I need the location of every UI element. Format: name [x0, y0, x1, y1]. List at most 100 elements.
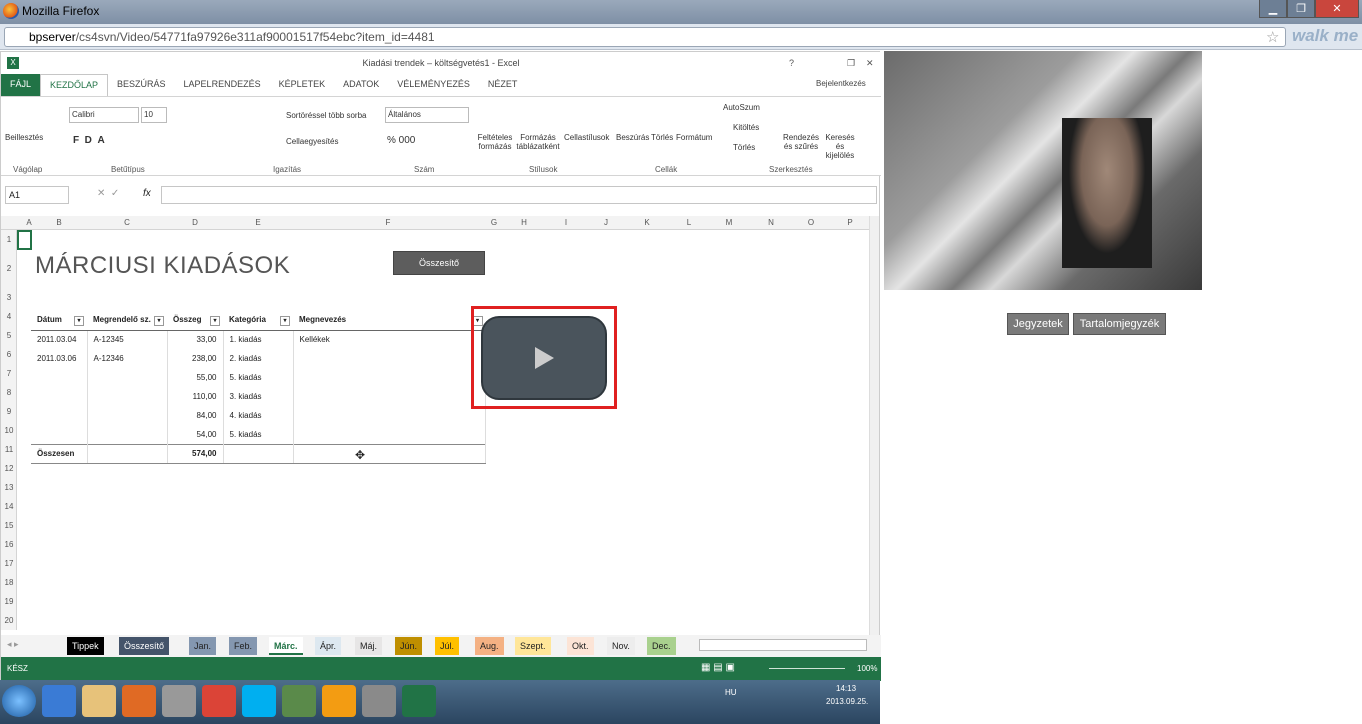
- sheet-tab[interactable]: Nov.: [607, 637, 635, 655]
- row-header[interactable]: 18: [1, 578, 17, 587]
- sheet-tab[interactable]: Ápr.: [315, 637, 342, 655]
- table-row[interactable]: 2011.03.06 A-12346 238,00 2. kiadás: [31, 349, 486, 368]
- conditional-format-button[interactable]: Feltételes formázás: [476, 133, 514, 151]
- sheet-tab[interactable]: Szept.: [515, 637, 551, 655]
- row-header[interactable]: 19: [1, 597, 17, 606]
- row-header[interactable]: 9: [1, 407, 17, 416]
- excel-taskbar-icon[interactable]: [402, 685, 436, 717]
- table-cell[interactable]: [31, 387, 88, 406]
- bold-button[interactable]: F D A: [73, 135, 105, 146]
- row-header[interactable]: 12: [1, 464, 17, 473]
- zoom-slider[interactable]: [769, 668, 845, 669]
- tab-review[interactable]: VÉLEMÉNYEZÉS: [388, 74, 479, 96]
- column-header[interactable]: N: [751, 218, 791, 227]
- sheet-tab[interactable]: Júl.: [435, 637, 460, 655]
- row-header[interactable]: 17: [1, 559, 17, 568]
- notes-button[interactable]: Jegyzetek: [1007, 313, 1069, 335]
- header-cell[interactable]: Dátum ▾: [31, 311, 87, 331]
- table-cell[interactable]: [31, 425, 88, 444]
- restore-window-icon[interactable]: ❐: [847, 52, 855, 74]
- table-cell[interactable]: 2. kiadás: [223, 349, 294, 368]
- worksheet[interactable]: MÁRCIUSI KIADÁSOK Összesítő Dátum ▾ Megre…: [17, 230, 869, 630]
- total-cell[interactable]: Összesen: [31, 443, 88, 464]
- format-cells-button[interactable]: Formátum: [676, 133, 712, 142]
- walkme-logo[interactable]: walk me: [1292, 26, 1358, 46]
- sheet-tab[interactable]: Feb.: [229, 637, 258, 655]
- table-cell[interactable]: [293, 368, 486, 387]
- column-header[interactable]: B: [31, 218, 87, 227]
- tab-page-layout[interactable]: LAPELRENDEZÉS: [175, 74, 270, 96]
- row-header[interactable]: 4: [1, 312, 17, 321]
- app2-icon[interactable]: [322, 685, 356, 717]
- table-cell[interactable]: 84,00: [167, 406, 224, 425]
- restore-button[interactable]: ❐: [1287, 0, 1315, 18]
- table-row[interactable]: 2011.03.04 A-12345 33,00 1. kiadás Kellékek: [31, 330, 486, 349]
- clock-time[interactable]: 14:13: [836, 684, 856, 693]
- header-cell[interactable]: Kategória ▾: [223, 311, 293, 331]
- ie-icon[interactable]: [42, 685, 76, 717]
- table-cell[interactable]: 2011.03.04: [31, 330, 88, 349]
- header-cell[interactable]: Megrendelő sz. ▾: [87, 311, 167, 331]
- skype-icon[interactable]: [242, 685, 276, 717]
- total-cell[interactable]: [223, 443, 294, 464]
- cell-styles-button[interactable]: Cellastílusok: [564, 133, 609, 142]
- table-cell[interactable]: 110,00: [167, 387, 224, 406]
- sheet-tab[interactable]: Okt.: [567, 637, 594, 655]
- row-header[interactable]: 5: [1, 331, 17, 340]
- table-cell[interactable]: 3. kiadás: [223, 387, 294, 406]
- firefox-taskbar-icon[interactable]: [122, 685, 156, 717]
- column-header[interactable]: H: [505, 218, 543, 227]
- table-cell[interactable]: [293, 349, 486, 368]
- table-cell[interactable]: [87, 406, 168, 425]
- row-header[interactable]: 11: [1, 445, 17, 454]
- signin-link[interactable]: Bejelentkezés: [816, 79, 866, 88]
- close-window-icon[interactable]: ✕: [866, 52, 874, 74]
- header-cell[interactable]: Összeg ▾: [167, 311, 223, 331]
- vertical-scrollbar[interactable]: [869, 216, 879, 636]
- merge-button[interactable]: Cellaegyesítés: [286, 137, 338, 146]
- summary-button[interactable]: Összesítő: [393, 251, 485, 275]
- table-row[interactable]: 84,00 4. kiadás: [31, 406, 486, 425]
- table-row[interactable]: 55,00 5. kiadás: [31, 368, 486, 387]
- column-header[interactable]: G: [483, 218, 505, 227]
- total-cell[interactable]: [293, 443, 486, 464]
- table-row[interactable]: 54,00 5. kiadás: [31, 425, 486, 444]
- sheet-tab[interactable]: Máj.: [355, 637, 383, 655]
- column-header[interactable]: F: [293, 218, 483, 227]
- insert-cells-button[interactable]: Beszúrás: [616, 133, 649, 142]
- tab-data[interactable]: ADATOK: [334, 74, 388, 96]
- table-cell[interactable]: Kellékek: [293, 330, 486, 349]
- row-header[interactable]: 16: [1, 540, 17, 549]
- row-header[interactable]: 10: [1, 426, 17, 435]
- row-header[interactable]: 13: [1, 483, 17, 492]
- column-header[interactable]: J: [587, 218, 625, 227]
- column-header[interactable]: L: [669, 218, 709, 227]
- language-indicator[interactable]: HU: [725, 688, 737, 697]
- font-name-select[interactable]: Calibri: [69, 107, 139, 123]
- table-cell[interactable]: 33,00: [167, 330, 224, 349]
- paste-button[interactable]: Beillesztés: [5, 133, 43, 142]
- table-cell[interactable]: 5. kiadás: [223, 368, 294, 387]
- column-header[interactable]: E: [223, 218, 293, 227]
- row-header[interactable]: 2: [1, 264, 17, 273]
- table-cell[interactable]: [293, 406, 486, 425]
- sheet-tab[interactable]: Dec.: [647, 637, 676, 655]
- row-header[interactable]: 7: [1, 369, 17, 378]
- table-cell[interactable]: A-12345: [87, 330, 168, 349]
- row-header[interactable]: 14: [1, 502, 17, 511]
- view-icons[interactable]: ▦ ▤ ▣: [701, 662, 735, 673]
- app-icon[interactable]: [282, 685, 316, 717]
- percent-button[interactable]: % 000: [387, 135, 415, 146]
- fill-button[interactable]: Kitöltés: [733, 123, 759, 132]
- clock-date[interactable]: 2013.09.25.: [826, 697, 868, 706]
- sheet-tab[interactable]: Tippek: [67, 637, 104, 655]
- column-header[interactable]: K: [627, 218, 667, 227]
- font-size-select[interactable]: 10: [141, 107, 167, 123]
- help-icon[interactable]: ?: [789, 52, 794, 74]
- sheet-tab[interactable]: Aug.: [475, 637, 504, 655]
- formula-input[interactable]: [161, 186, 877, 204]
- table-cell[interactable]: 1. kiadás: [223, 330, 294, 349]
- close-button[interactable]: ✕: [1315, 0, 1359, 18]
- table-cell[interactable]: A-12346: [87, 349, 168, 368]
- cancel-icon[interactable]: ✕ ✓: [97, 188, 119, 199]
